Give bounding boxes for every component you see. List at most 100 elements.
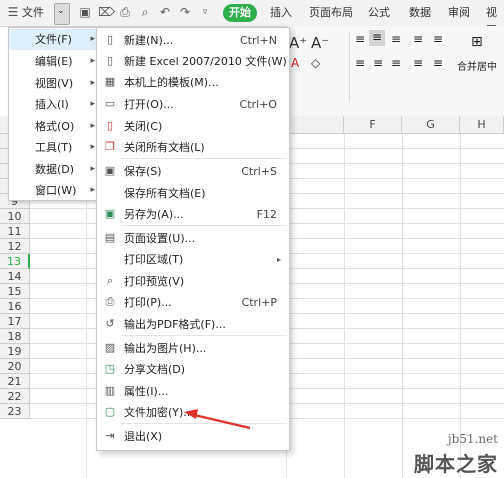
file-submenu-item[interactable]: ▢ 文件加密(Y)... — [97, 402, 289, 423]
main-menu-item-label: 工具(T) — [35, 141, 73, 154]
file-submenu-item[interactable]: ▣ 另存为(A)... F12 — [97, 204, 289, 225]
row-header[interactable]: 18 — [0, 329, 30, 344]
file-submenu-item[interactable]: ◳ 分享文档(D) — [97, 359, 289, 380]
column-header-h[interactable]: H — [460, 116, 504, 134]
file-submenu-item[interactable]: ⇥ 退出(X) — [97, 426, 289, 447]
print-icon[interactable]: ⎙ — [118, 5, 132, 19]
main-menu-item[interactable]: 插入(I) ▸ — [9, 94, 101, 115]
file-submenu-item-label: 文件加密(Y)... — [124, 406, 194, 419]
row-header[interactable]: 13 — [0, 254, 30, 269]
merge-center-label[interactable]: 合并居中 — [457, 58, 497, 73]
row-header[interactable]: 11 — [0, 224, 30, 239]
column-header-g[interactable]: G — [402, 116, 460, 134]
file-submenu-item-label: 另存为(A)... — [124, 208, 184, 221]
file-submenu-item[interactable]: 打印区域(T) ▸ — [97, 249, 289, 270]
fill-color-icon[interactable]: ◇ — [311, 56, 320, 70]
main-menu-item[interactable]: 数据(D) ▸ — [9, 159, 101, 180]
file-submenu-item[interactable]: ▣ 保存(S) Ctrl+S — [97, 161, 289, 182]
file-submenu-item[interactable]: ▯ 新建 Excel 2007/2010 文件(W) — [97, 51, 289, 72]
font-grow-icon[interactable]: A⁺ — [289, 34, 307, 52]
file-submenu-item-label: 保存所有文档(E) — [124, 187, 206, 200]
align-middle-icon[interactable]: ≡ — [369, 30, 385, 46]
chevron-right-icon: ▸ — [90, 164, 95, 174]
main-menu-item[interactable]: 视图(V) ▸ — [9, 73, 101, 94]
text-right-icon[interactable]: ≡ — [391, 56, 401, 70]
row-header[interactable]: 19 — [0, 344, 30, 359]
format-painter-icon[interactable]: ⌦ — [98, 5, 115, 19]
merge-cells-icon[interactable]: ⊞ — [471, 34, 483, 50]
tab-review[interactable]: 审阅 — [448, 4, 470, 22]
file-submenu-item[interactable]: ↺ 输出为PDF格式(F)... — [97, 314, 289, 335]
main-menu-item[interactable]: 工具(T) ▸ — [9, 137, 101, 158]
grid-line — [344, 134, 345, 478]
menu-separator — [121, 335, 287, 336]
file-submenu-item[interactable]: ▨ 输出为图片(H)... — [97, 338, 289, 359]
file-submenu-item[interactable]: ▥ 属性(I)... — [97, 381, 289, 402]
save-icon: ▣ — [104, 164, 116, 177]
row-header[interactable]: 22 — [0, 389, 30, 404]
column-header-f[interactable]: F — [344, 116, 402, 134]
row-header[interactable]: 14 — [0, 269, 30, 284]
main-menu: 文件(F) ▸ 编辑(E) ▸ 视图(V) ▸ 插入(I) ▸ 格式(O) ▸ 工具(T) ▸ 数据(D… — [8, 27, 102, 201]
file-submenu-item[interactable]: 保存所有文档(E) — [97, 183, 289, 204]
align-top-icon[interactable]: ≡ — [355, 32, 365, 46]
file-submenu-item[interactable]: ❐ 关闭所有文档(L) — [97, 137, 289, 158]
justify-icon[interactable]: ≡ — [413, 56, 423, 70]
print-preview-icon[interactable]: ⌕ — [138, 5, 152, 19]
row-header[interactable]: 12 — [0, 239, 30, 254]
font-shrink-icon[interactable]: A⁻ — [311, 34, 329, 52]
ribbon-home-panel: A⁺ A⁻ A ◇ ≡ ≡ ≡ ≡ ≡ ≡ ≡ ≡ ≡ ≡ ⊞ 合并居中 — [287, 26, 504, 117]
watermark-name: 脚本之家 — [414, 452, 498, 476]
row-header[interactable]: 15 — [0, 284, 30, 299]
main-menu-item-label: 格式(O) — [35, 120, 75, 133]
tab-insert[interactable]: 插入 — [270, 4, 292, 22]
grid-line — [460, 134, 461, 478]
tab-start[interactable]: 开始 — [223, 4, 257, 22]
chevron-right-icon: ▸ — [90, 142, 95, 152]
row-header[interactable]: 20 — [0, 359, 30, 374]
file-menu-button[interactable]: 文件 — [22, 4, 44, 22]
row-header[interactable]: 17 — [0, 314, 30, 329]
file-submenu-item[interactable]: ▦ 本机上的模板(M)... — [97, 72, 289, 93]
main-menu-item[interactable]: 窗口(W) ▸ — [9, 180, 101, 201]
column-header-e[interactable] — [286, 116, 344, 134]
file-submenu-item[interactable]: ▭ 打开(O)... Ctrl+O — [97, 94, 289, 115]
undo-icon[interactable]: ↶ — [158, 5, 172, 19]
row-header[interactable]: 23 — [0, 404, 30, 419]
align-right-icon[interactable]: ≡ — [433, 32, 443, 46]
main-menu-item[interactable]: 文件(F) ▸ — [9, 29, 101, 50]
customize-toolbar-icon[interactable]: ▿ — [198, 5, 212, 19]
row-header[interactable]: 16 — [0, 299, 30, 314]
share-icon: ◳ — [104, 362, 116, 375]
chevron-down-icon: ⌄ — [57, 6, 65, 16]
save-icon[interactable]: ▣ — [78, 5, 92, 19]
file-submenu-item[interactable]: ⌕ 打印预览(V) — [97, 271, 289, 292]
main-menu-item[interactable]: 格式(O) ▸ — [9, 116, 101, 137]
hamburger-menu-icon[interactable]: ☰ — [6, 5, 20, 19]
align-left-icon[interactable]: ≡ — [413, 32, 423, 46]
row-header[interactable]: 21 — [0, 374, 30, 389]
main-menu-item[interactable]: 编辑(E) ▸ — [9, 51, 101, 72]
tab-data[interactable]: 数据 — [409, 4, 431, 22]
distribute-icon[interactable]: ≡ — [433, 56, 443, 70]
main-menu-item-label: 文件(F) — [35, 33, 72, 46]
tab-view[interactable]: 视图 — [486, 4, 504, 37]
file-dropdown-button[interactable]: ⌄ — [54, 3, 70, 25]
save-as-icon: ▣ — [104, 207, 116, 220]
menu-separator — [121, 225, 287, 226]
row-header[interactable]: 10 — [0, 209, 30, 224]
font-color-icon[interactable]: A — [291, 56, 299, 70]
close-all-icon: ❐ — [105, 140, 115, 153]
file-submenu-item[interactable]: ▯ 新建(N)... Ctrl+N — [97, 30, 289, 51]
file-submenu-item[interactable]: ▤ 页面设置(U)... — [97, 228, 289, 249]
redo-icon[interactable]: ↷ — [178, 5, 192, 19]
tab-formulas[interactable]: 公式 — [368, 4, 390, 22]
text-center-icon[interactable]: ≡ — [373, 56, 383, 70]
text-left-icon[interactable]: ≡ — [355, 56, 365, 70]
file-submenu-item[interactable]: ⎙ 打印(P)... Ctrl+P — [97, 292, 289, 313]
file-submenu-item-label: 打开(O)... — [124, 98, 174, 111]
encrypt-icon: ▢ — [104, 405, 116, 418]
file-submenu-item[interactable]: ▯ 关闭(C) — [97, 116, 289, 137]
align-bottom-icon[interactable]: ≡ — [391, 32, 401, 46]
tab-page-layout[interactable]: 页面布局 — [309, 4, 353, 22]
